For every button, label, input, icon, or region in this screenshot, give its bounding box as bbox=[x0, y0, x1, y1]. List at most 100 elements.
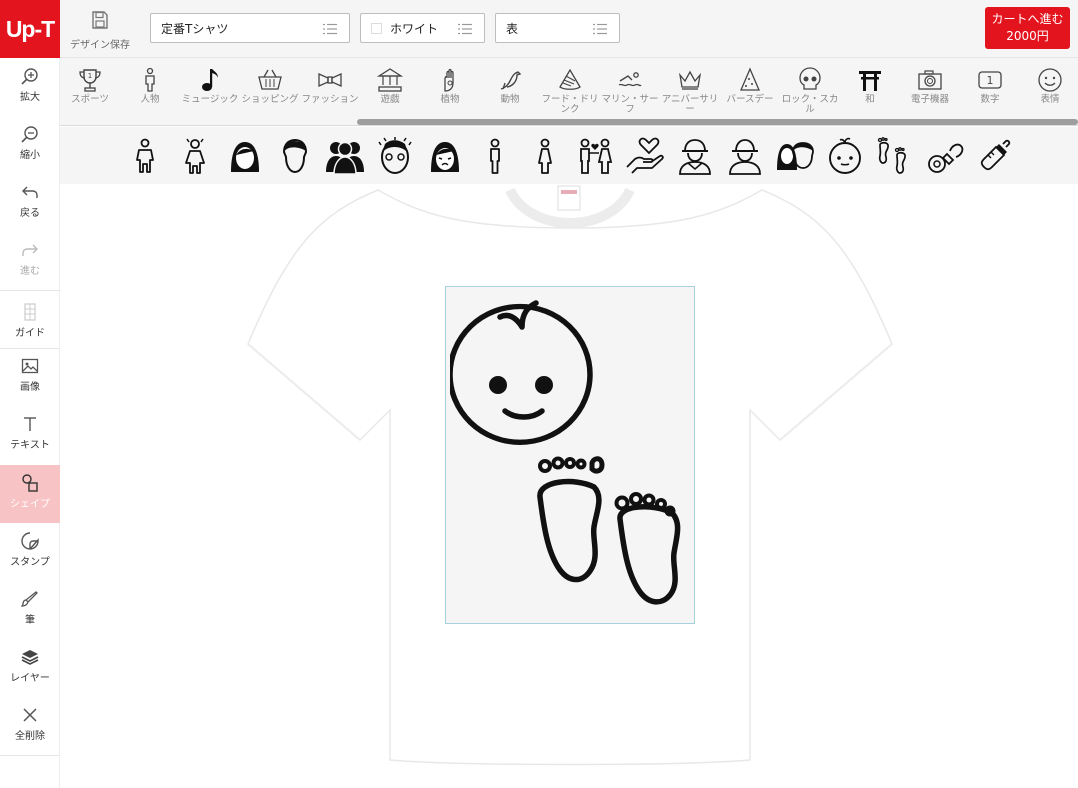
design-canvas[interactable] bbox=[60, 184, 1078, 788]
trophy-icon: 1 bbox=[79, 69, 101, 92]
shape-worker-woman[interactable] bbox=[674, 135, 716, 177]
undo-tool[interactable]: 戻る bbox=[0, 174, 60, 232]
category-animals[interactable]: 動物 bbox=[480, 58, 540, 120]
save-design-button[interactable]: デザイン保存 bbox=[62, 6, 138, 54]
category-food-drink[interactable]: フード・ドリンク bbox=[540, 58, 600, 120]
category-fashion[interactable]: ファッション bbox=[300, 58, 360, 120]
close-icon bbox=[23, 708, 37, 722]
side-select[interactable]: 表 bbox=[495, 13, 620, 43]
shape-heart-hand[interactable] bbox=[624, 135, 666, 177]
shape-footprints[interactable] bbox=[874, 135, 916, 177]
guide-icon bbox=[24, 303, 36, 321]
category-label: 表情 bbox=[1040, 94, 1060, 105]
bird-icon bbox=[500, 71, 522, 90]
crying-woman-icon bbox=[431, 142, 459, 172]
layers-icon bbox=[21, 650, 39, 665]
category-sports[interactable]: 1 スポーツ bbox=[60, 58, 120, 120]
svg-text:1: 1 bbox=[987, 74, 994, 87]
shape-baby-face[interactable] bbox=[824, 135, 866, 177]
delete-all-tool[interactable]: 全削除 bbox=[0, 697, 60, 755]
shape-man[interactable] bbox=[124, 135, 166, 177]
category-label: 数字 bbox=[980, 94, 1000, 105]
shape-baby-bottle[interactable] bbox=[974, 135, 1016, 177]
zoom-out-tool[interactable]: 縮小 bbox=[0, 116, 60, 174]
guide-tool[interactable]: ガイド bbox=[0, 294, 60, 352]
category-plants[interactable]: 植物 bbox=[420, 58, 480, 120]
go-to-cart-button[interactable]: カートへ進む 2000円 bbox=[985, 7, 1070, 49]
color-select[interactable]: ホワイト bbox=[360, 13, 485, 43]
carousel-icon bbox=[377, 68, 403, 92]
image-tool[interactable]: 画像 bbox=[0, 348, 60, 406]
text-icon bbox=[24, 417, 36, 431]
category-marine-surf[interactable]: マリン・サーフ bbox=[600, 58, 660, 120]
list-icon bbox=[323, 23, 337, 35]
shape-girl[interactable] bbox=[174, 135, 216, 177]
cart-button-label: カートへ進む bbox=[991, 12, 1064, 26]
shape-restroom-man[interactable] bbox=[474, 135, 516, 177]
shape-couple[interactable] bbox=[574, 135, 616, 177]
shape-two-faces[interactable] bbox=[774, 135, 816, 177]
product-select-value: 定番Tシャツ bbox=[161, 21, 229, 36]
category-amusement[interactable]: 遊戯 bbox=[360, 58, 420, 120]
svg-text:1: 1 bbox=[88, 72, 92, 80]
shape-pacifier[interactable] bbox=[924, 135, 966, 177]
color-select-value: ホワイト bbox=[390, 21, 439, 36]
category-people[interactable]: 人物 bbox=[120, 58, 180, 120]
category-numbers[interactable]: 1 数字 bbox=[960, 58, 1020, 120]
footprints-icon[interactable] bbox=[534, 455, 692, 615]
category-expressions[interactable]: 表情 bbox=[1020, 58, 1078, 120]
stamp-tool[interactable]: スタンプ bbox=[0, 523, 60, 581]
category-anniversary[interactable]: アニバーサリー bbox=[660, 58, 720, 120]
zoom-in-tool[interactable]: 拡大 bbox=[0, 58, 60, 116]
category-shopping[interactable]: ショッピング bbox=[240, 58, 300, 120]
restroom-woman-icon bbox=[538, 138, 552, 174]
party-hat-icon bbox=[740, 67, 760, 91]
redo-label: 進む bbox=[20, 266, 40, 277]
redo-icon bbox=[22, 244, 38, 256]
man-icon bbox=[136, 138, 154, 173]
cart-price: 2000円 bbox=[1006, 29, 1049, 43]
shape-group[interactable] bbox=[324, 135, 366, 177]
category-electronics[interactable]: 電子機器 bbox=[900, 58, 960, 120]
redo-tool[interactable]: 進む bbox=[0, 232, 60, 290]
layers-tool[interactable]: レイヤー bbox=[0, 639, 60, 697]
undo-label: 戻る bbox=[20, 208, 40, 219]
text-tool[interactable]: テキスト bbox=[0, 406, 60, 464]
cake-icon bbox=[559, 68, 581, 90]
shape-worker-man[interactable] bbox=[724, 135, 766, 177]
category-music[interactable]: ミュージック bbox=[180, 58, 240, 120]
worker-man-icon bbox=[729, 139, 761, 175]
category-rock-skull[interactable]: ロック・スカル bbox=[780, 58, 840, 120]
zoom-out-label: 縮小 bbox=[20, 150, 40, 161]
baby-face-icon bbox=[829, 137, 861, 174]
category-birthday[interactable]: バースデー bbox=[720, 58, 780, 120]
shape-man-face[interactable] bbox=[274, 135, 316, 177]
category-label: フード・ドリンク bbox=[541, 94, 599, 115]
shape-label: シェイプ bbox=[10, 499, 50, 510]
category-label: バースデー bbox=[726, 94, 774, 105]
list-icon bbox=[458, 23, 472, 35]
plant-icon bbox=[444, 68, 454, 92]
brush-tool[interactable]: 筆 bbox=[0, 581, 60, 639]
shape-restroom-woman[interactable] bbox=[524, 135, 566, 177]
man-face-icon bbox=[282, 138, 308, 174]
camera-icon bbox=[918, 70, 942, 90]
category-scrollbar[interactable] bbox=[357, 119, 1078, 125]
shape-crying-woman[interactable] bbox=[424, 135, 466, 177]
shape-dizzy-face[interactable] bbox=[374, 135, 416, 177]
skull-icon bbox=[799, 67, 821, 90]
print-area-guide bbox=[445, 286, 695, 624]
product-select[interactable]: 定番Tシャツ bbox=[150, 13, 350, 43]
baby-face-icon[interactable] bbox=[450, 299, 596, 447]
number-one-icon: 1 bbox=[978, 71, 1002, 89]
app-logo[interactable]: Up-T bbox=[0, 0, 60, 58]
top-toolbar: Up-T デザイン保存 定番Tシャツ ホワイト 表 カートへ進む 2000円 bbox=[0, 0, 1078, 58]
pacifier-icon bbox=[928, 143, 964, 173]
shape-tool[interactable]: シェイプ bbox=[0, 465, 60, 523]
shape-woman-face[interactable] bbox=[224, 135, 266, 177]
crown-icon bbox=[678, 70, 702, 90]
brush-icon bbox=[21, 591, 38, 607]
worker-woman-icon bbox=[679, 139, 711, 175]
category-label: 植物 bbox=[440, 94, 460, 105]
category-japanese[interactable]: 和 bbox=[840, 58, 900, 120]
